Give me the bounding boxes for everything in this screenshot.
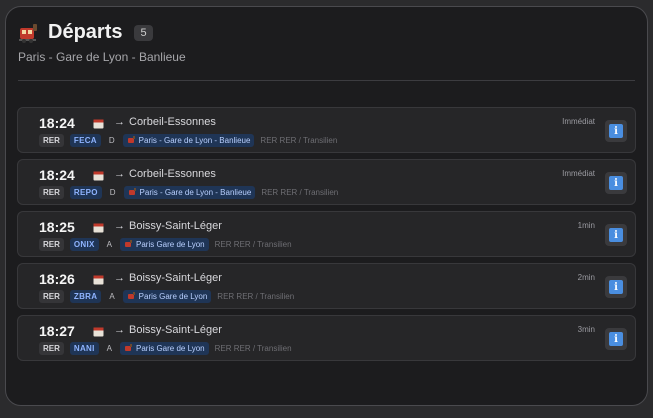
station-name: Paris Gare de Lyon bbox=[138, 292, 208, 301]
mission-code-badge: NANI bbox=[69, 342, 99, 355]
line-badge: RER bbox=[39, 186, 64, 199]
station-name: Paris - Gare de Lyon - Banlieue bbox=[138, 136, 251, 145]
departure-row: 18:25 → Boissy-Saint-Léger RER ONIX A Par… bbox=[17, 211, 636, 257]
info-icon: i bbox=[609, 124, 623, 138]
station-subtitle: Paris - Gare de Lyon - Banlieue bbox=[18, 50, 186, 64]
calendar-icon bbox=[93, 171, 104, 181]
departure-meta: RER FECA D Paris - Gare de Lyon - Banlie… bbox=[39, 134, 337, 147]
train-icon bbox=[19, 23, 37, 43]
departure-time: 18:24 bbox=[39, 115, 75, 131]
calendar-icon bbox=[93, 275, 104, 285]
train-icon bbox=[125, 240, 132, 247]
mission-code-badge: ZBRA bbox=[69, 290, 102, 303]
info-button[interactable]: i bbox=[605, 224, 627, 246]
transport-mode: RER RER / Transilien bbox=[261, 188, 339, 197]
destination: → Boissy-Saint-Léger bbox=[114, 220, 222, 232]
line-badge: RER bbox=[39, 134, 64, 147]
departure-time: 18:25 bbox=[39, 219, 75, 235]
info-icon: i bbox=[609, 176, 623, 190]
station-badge: Paris Gare de Lyon bbox=[122, 290, 212, 303]
mission-code-badge: FECA bbox=[69, 134, 101, 147]
station-badge: Paris - Gare de Lyon - Banlieue bbox=[123, 186, 256, 199]
page-title: Départs bbox=[48, 21, 123, 43]
departure-meta: RER ONIX A Paris Gare de Lyon RER RER / … bbox=[39, 238, 292, 251]
platform-label: A bbox=[106, 240, 112, 249]
departure-meta: RER NANI A Paris Gare de Lyon RER RER / … bbox=[39, 342, 292, 355]
departures-widget: Départs 5 Paris - Gare de Lyon - Banlieu… bbox=[5, 6, 648, 406]
station-name: Paris Gare de Lyon bbox=[136, 344, 205, 353]
departure-meta: RER ZBRA A Paris Gare de Lyon RER RER / … bbox=[39, 290, 294, 303]
calendar-icon bbox=[93, 119, 104, 129]
station-name: Paris - Gare de Lyon - Banlieue bbox=[139, 188, 252, 197]
departure-status: 2min bbox=[577, 273, 595, 282]
mission-code-badge: ONIX bbox=[69, 238, 99, 251]
departure-time: 18:24 bbox=[39, 167, 75, 183]
transport-mode: RER RER / Transilien bbox=[214, 344, 292, 353]
info-icon: i bbox=[609, 228, 623, 242]
platform-label: A bbox=[109, 292, 115, 301]
departure-count-badge: 5 bbox=[134, 24, 153, 41]
info-button[interactable]: i bbox=[605, 120, 627, 142]
destination-name: Boissy-Saint-Léger bbox=[129, 272, 222, 284]
info-button[interactable]: i bbox=[605, 328, 627, 350]
departure-status: 1min bbox=[577, 221, 595, 230]
line-badge: RER bbox=[39, 342, 64, 355]
train-icon bbox=[127, 292, 135, 299]
departure-time: 18:27 bbox=[39, 323, 75, 339]
transport-mode: RER RER / Transilien bbox=[214, 240, 292, 249]
station-name: Paris Gare de Lyon bbox=[136, 240, 205, 249]
destination: → Boissy-Saint-Léger bbox=[114, 324, 222, 336]
destination: → Corbeil-Essonnes bbox=[114, 168, 216, 180]
info-button[interactable]: i bbox=[605, 276, 627, 298]
widget-header: Départs 5 bbox=[18, 21, 153, 44]
departure-status: Immédiat bbox=[562, 169, 595, 178]
station-badge: Paris Gare de Lyon bbox=[120, 238, 209, 251]
station-badge: Paris Gare de Lyon bbox=[120, 342, 209, 355]
platform-label: D bbox=[108, 136, 115, 145]
departure-meta: RER REPO D Paris - Gare de Lyon - Banlie… bbox=[39, 186, 338, 199]
line-badge: RER bbox=[39, 290, 64, 303]
transport-mode: RER RER / Transilien bbox=[260, 136, 338, 145]
info-icon: i bbox=[609, 280, 623, 294]
departure-status: 3min bbox=[577, 325, 595, 334]
departure-row: 18:24 → Corbeil-Essonnes RER REPO D Paris… bbox=[17, 159, 636, 205]
mission-code-badge: REPO bbox=[69, 186, 102, 199]
destination-name: Corbeil-Essonnes bbox=[129, 116, 216, 128]
destination-name: Boissy-Saint-Léger bbox=[129, 220, 222, 232]
destination-name: Corbeil-Essonnes bbox=[129, 168, 216, 180]
calendar-icon bbox=[93, 327, 104, 337]
calendar-icon bbox=[93, 223, 104, 233]
platform-label: A bbox=[106, 344, 112, 353]
destination-name: Boissy-Saint-Léger bbox=[129, 324, 222, 336]
destination: → Corbeil-Essonnes bbox=[114, 116, 216, 128]
transport-mode: RER RER / Transilien bbox=[217, 292, 295, 301]
header-divider bbox=[18, 80, 635, 81]
departure-time: 18:26 bbox=[39, 271, 75, 287]
station-badge: Paris - Gare de Lyon - Banlieue bbox=[122, 134, 255, 147]
train-icon bbox=[127, 136, 135, 143]
departure-status: Immédiat bbox=[562, 117, 595, 126]
line-badge: RER bbox=[39, 238, 64, 251]
info-icon: i bbox=[609, 332, 623, 346]
train-icon bbox=[128, 188, 136, 195]
departure-row: 18:26 → Boissy-Saint-Léger RER ZBRA A Par… bbox=[17, 263, 636, 309]
info-button[interactable]: i bbox=[605, 172, 627, 194]
departure-row: 18:27 → Boissy-Saint-Léger RER NANI A Par… bbox=[17, 315, 636, 361]
train-icon bbox=[125, 344, 132, 351]
departure-list: 18:24 → Corbeil-Essonnes RER FECA D Paris… bbox=[17, 107, 636, 367]
destination: → Boissy-Saint-Léger bbox=[114, 272, 222, 284]
platform-label: D bbox=[109, 188, 116, 197]
departure-row: 18:24 → Corbeil-Essonnes RER FECA D Paris… bbox=[17, 107, 636, 153]
